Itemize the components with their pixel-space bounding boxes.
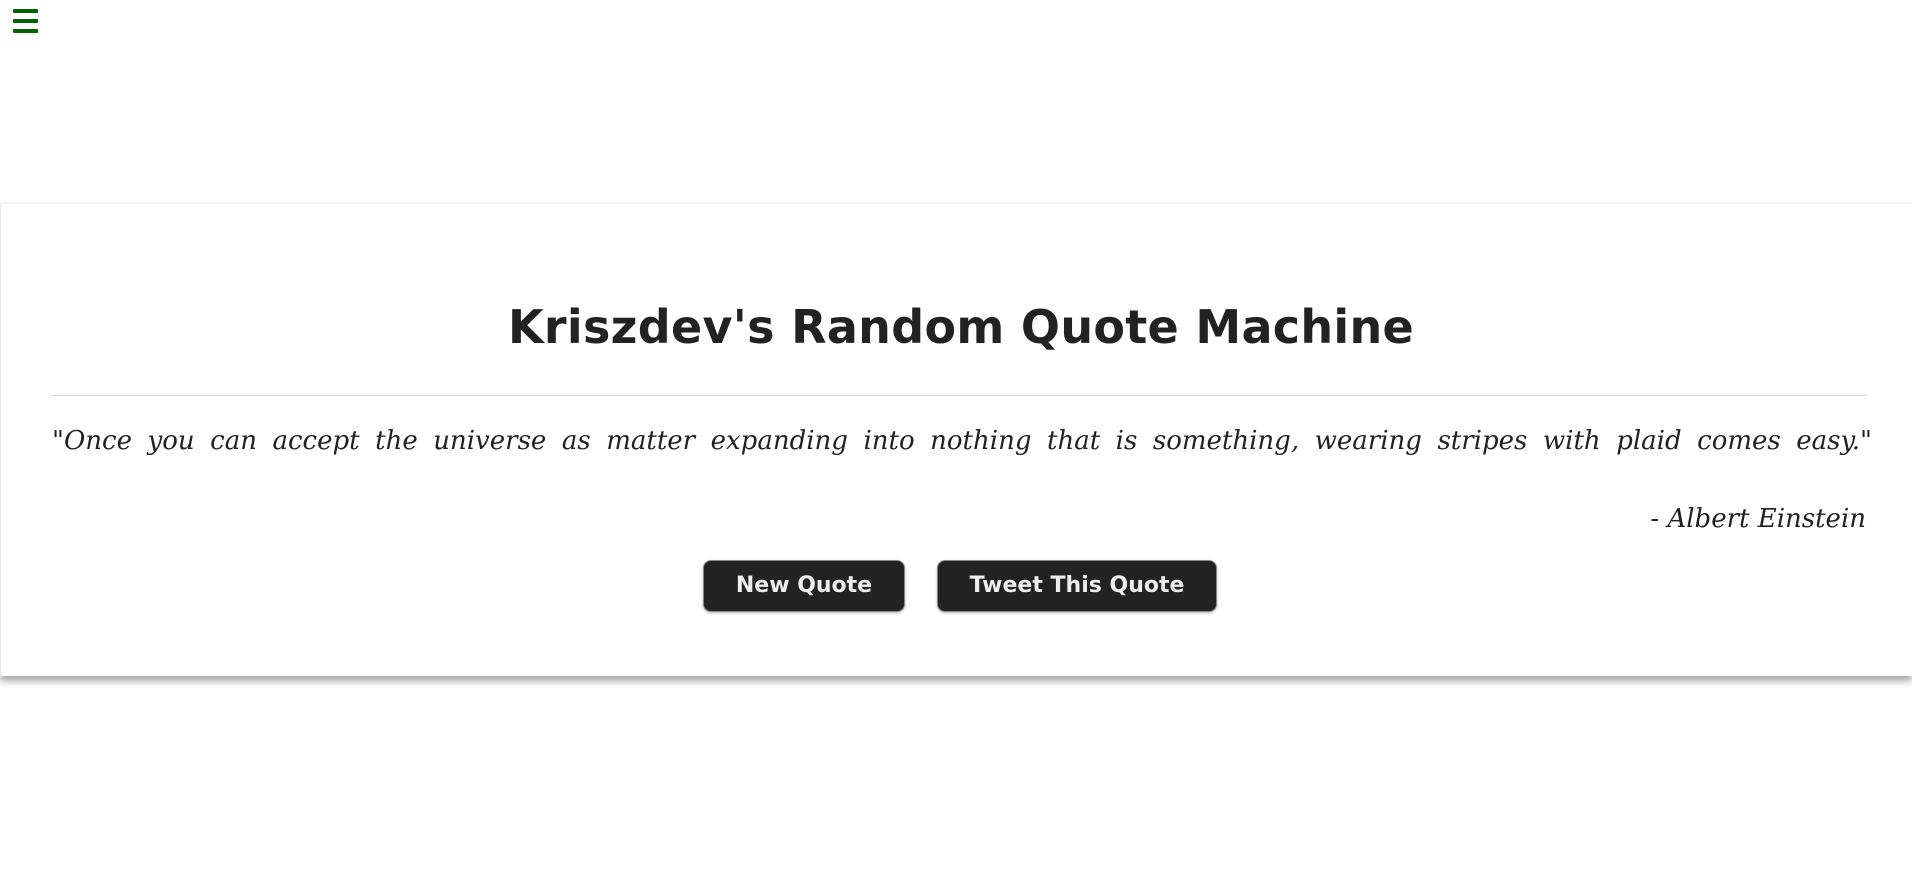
new-quote-button[interactable]: New Quote <box>703 560 905 612</box>
hamburger-menu-icon[interactable] <box>13 9 38 33</box>
tweet-quote-button[interactable]: Tweet This Quote <box>937 560 1217 612</box>
quote-text: "Once you can accept the universe as mat… <box>52 426 1872 456</box>
menu-bar-middle <box>13 19 38 23</box>
title-divider <box>52 395 1867 396</box>
quote-author: - Albert Einstein <box>1650 504 1866 534</box>
menu-bar-top <box>13 9 38 13</box>
menu-bar-bottom <box>13 29 38 33</box>
quote-card: Kriszdev's Random Quote Machine "Once yo… <box>0 204 1912 676</box>
page-title: Kriszdev's Random Quote Machine <box>507 300 1415 354</box>
